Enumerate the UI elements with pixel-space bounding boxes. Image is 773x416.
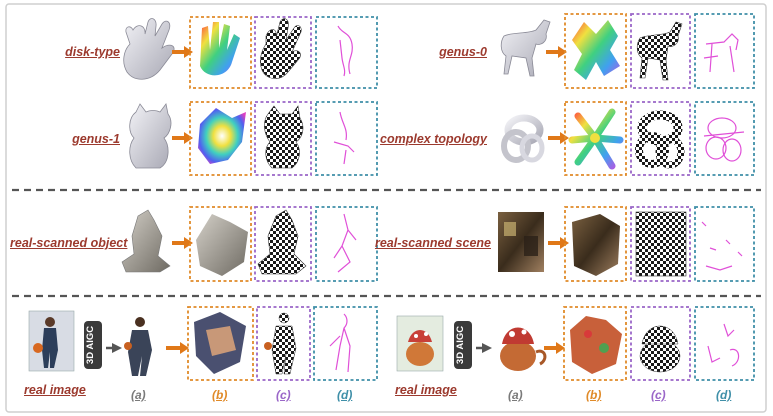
sub-label-c-left: (c) (276, 388, 291, 402)
sub-label-c-right: (c) (651, 388, 666, 402)
real-scanned-scene-uv-map (572, 214, 620, 276)
sub-label-b-left: (b) (212, 388, 228, 402)
label-real-scanned-object: real-scanned object (10, 236, 128, 250)
label-real-image-right: real image (395, 383, 457, 397)
aigc-label-right: 3D AIGC (455, 326, 466, 364)
real-scanned-scene-checker-mesh (635, 211, 687, 277)
label-genus-0: genus-0 (439, 45, 487, 59)
aigc-label-left: 3D AIGC (85, 326, 96, 364)
genus-1-input-mesh (129, 103, 172, 169)
sub-label-a-right: (a) (508, 388, 523, 402)
label-real-scanned-scene: real-scanned scene (374, 236, 491, 250)
sub-label-d-left: (d) (337, 388, 353, 402)
genus-1-checker-mesh (264, 105, 304, 169)
label-complex-topology: complex topology (380, 132, 487, 146)
sub-label-b-right: (b) (586, 388, 602, 402)
label-real-image-left: real image (24, 383, 86, 397)
sub-label-d-right: (d) (716, 388, 732, 402)
label-genus-1: genus-1 (72, 132, 120, 146)
figure-canvas: 3D AIGC 3D AIGC (5, 3, 767, 413)
label-disk-type: disk-type (65, 45, 120, 59)
sub-label-a-left: (a) (131, 388, 146, 402)
